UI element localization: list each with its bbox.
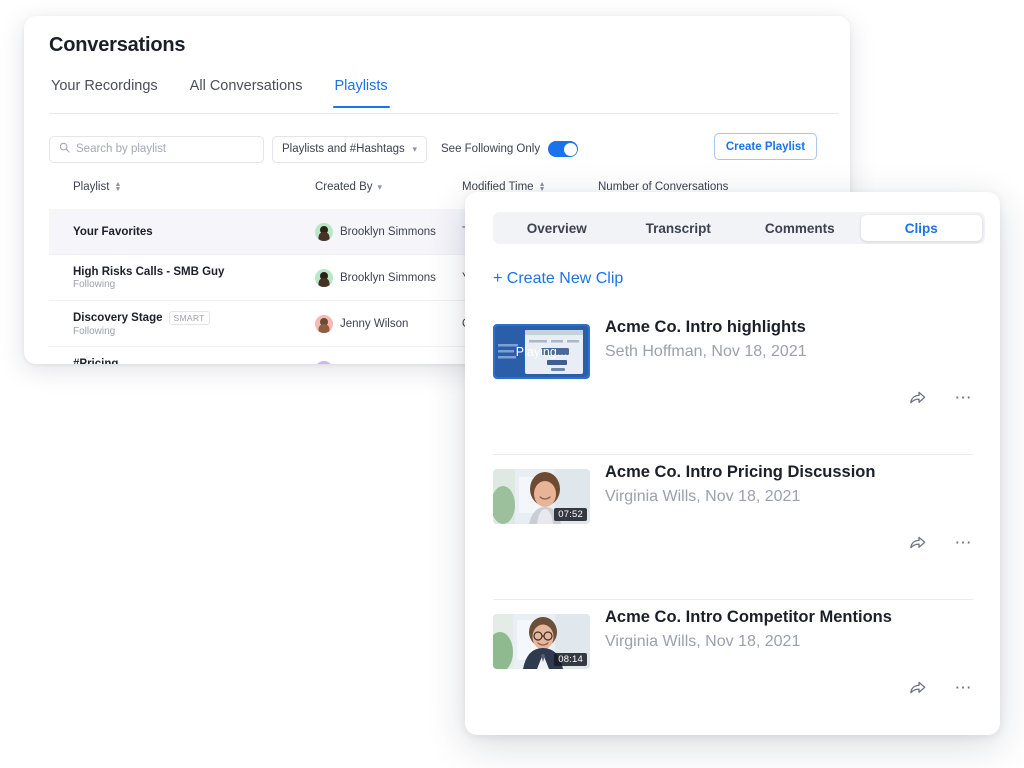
search-input[interactable] — [76, 143, 254, 155]
tab-your-recordings[interactable]: Your Recordings — [49, 78, 160, 107]
following-label: Following — [73, 278, 116, 290]
creator-name: Brooklyn Simmons — [340, 225, 436, 238]
created-by-cell: Brooklyn Simmons — [315, 268, 436, 287]
tab-overview[interactable]: Overview — [496, 215, 618, 241]
ellipsis-icon[interactable]: ⋯ — [955, 534, 974, 551]
playlist-name-wrap: Your Favorites — [73, 226, 153, 238]
toggle-knob — [563, 142, 577, 156]
column-header-playlist[interactable]: Playlist ▲ ▼ — [73, 181, 121, 193]
search-icon — [59, 140, 70, 158]
see-following-only-toggle[interactable] — [548, 141, 579, 157]
sort-icon: ▲ ▼ — [538, 181, 546, 193]
list-item[interactable]: 07:52 Acme Co. Intro Pricing Discussion … — [493, 455, 973, 600]
creator-name: Guy Hawkins — [340, 364, 408, 365]
column-label: Playlist — [73, 181, 110, 193]
playlist-name-wrap: Discovery Stage SMART — [73, 310, 210, 325]
share-icon[interactable] — [908, 388, 927, 407]
created-by-cell: Guy Hawkins — [315, 360, 408, 365]
avatar — [315, 360, 333, 364]
playlist-name: Your Favorites — [73, 225, 153, 238]
tab-transcript[interactable]: Transcript — [618, 215, 740, 241]
tab-playlists[interactable]: Playlists — [332, 78, 390, 108]
list-item[interactable]: 08:14 Acme Co. Intro Competitor Mentions… — [493, 600, 973, 735]
clip-meta: Virginia Wills, Nov 18, 2021 — [605, 488, 801, 505]
playlist-name-wrap: #Pricing — [73, 358, 118, 365]
avatar — [315, 222, 333, 241]
playlist-name: Discovery Stage — [73, 311, 163, 324]
ellipsis-icon[interactable]: ⋯ — [955, 679, 974, 696]
playlist-type-dropdown-value: Playlists and #Hashtags — [282, 143, 405, 155]
clip-title: Acme Co. Intro Competitor Mentions — [605, 608, 892, 626]
sort-icon: ▲ ▼ — [114, 181, 122, 193]
clip-thumbnail[interactable]: Playing... — [493, 324, 590, 379]
clip-duration-badge: 08:14 — [554, 653, 587, 666]
tab-clips[interactable]: Clips — [860, 215, 982, 241]
playlist-cell: #Pricing Following — [73, 358, 118, 365]
tab-all-conversations[interactable]: All Conversations — [188, 78, 305, 107]
see-following-only-label: See Following Only — [441, 143, 541, 155]
creator-name: Brooklyn Simmons — [340, 271, 436, 284]
clip-meta: Virginia Wills, Nov 18, 2021 — [605, 633, 801, 650]
clip-duration-badge: 07:52 — [554, 508, 587, 521]
clip-title: Acme Co. Intro Pricing Discussion — [605, 463, 876, 481]
screenshot-stage: Conversations Your Recordings All Conver… — [0, 0, 1024, 768]
search-playlist-box[interactable] — [49, 135, 264, 163]
playlist-cell: High Risks Calls - SMB Guy Following — [73, 266, 224, 290]
playlist-cell: Discovery Stage SMART Following — [73, 310, 210, 337]
created-by-cell: Jenny Wilson — [315, 314, 409, 333]
see-following-only-control[interactable]: See Following Only — [441, 141, 579, 157]
clips-list: Playing... Acme Co. Intro highlights Set… — [493, 310, 973, 735]
playlist-name-wrap: High Risks Calls - SMB Guy — [73, 266, 224, 278]
create-playlist-button[interactable]: Create Playlist — [714, 133, 817, 160]
avatar — [315, 314, 333, 333]
clip-actions: ⋯ — [908, 678, 974, 697]
share-icon[interactable] — [908, 533, 927, 552]
tab-comments[interactable]: Comments — [739, 215, 861, 241]
column-header-created-by[interactable]: Created By ▾ — [315, 181, 382, 193]
column-label: Created By — [315, 181, 373, 193]
chevron-down-icon: ▾ — [412, 143, 417, 154]
clip-actions: ⋯ — [908, 388, 974, 407]
clip-thumbnail[interactable]: 07:52 — [493, 469, 590, 524]
clips-panel: Overview Transcript Comments Clips + Cre… — [465, 192, 1000, 735]
created-by-cell: Brooklyn Simmons — [315, 222, 436, 241]
list-item[interactable]: Playing... Acme Co. Intro highlights Set… — [493, 310, 973, 455]
playlist-type-dropdown[interactable]: Playlists and #Hashtags ▾ — [272, 135, 427, 163]
clip-thumbnail[interactable]: 08:14 — [493, 614, 590, 669]
playlist-cell: Your Favorites — [73, 226, 153, 238]
playlist-name: High Risks Calls - SMB Guy — [73, 265, 225, 278]
conversations-tabbar: Your Recordings All Conversations Playli… — [49, 78, 839, 114]
create-new-clip-link[interactable]: + Create New Clip — [493, 270, 623, 288]
share-icon[interactable] — [908, 678, 927, 697]
clip-meta: Seth Hoffman, Nov 18, 2021 — [605, 343, 807, 360]
clip-playing-overlay: Playing... — [515, 344, 568, 359]
following-label: Following — [73, 325, 116, 337]
clip-title: Acme Co. Intro highlights — [605, 318, 806, 336]
chevron-down-icon: ▾ — [377, 181, 383, 192]
playlist-name: #Pricing — [73, 357, 119, 365]
clips-panel-tabbar: Overview Transcript Comments Clips — [493, 212, 985, 244]
playlist-filter-row: Playlists and #Hashtags ▾ See Following … — [49, 133, 839, 165]
smart-badge: SMART — [168, 310, 210, 325]
page-title: Conversations — [49, 34, 186, 56]
creator-name: Jenny Wilson — [340, 317, 409, 330]
clip-actions: ⋯ — [908, 533, 974, 552]
avatar — [315, 268, 333, 287]
ellipsis-icon[interactable]: ⋯ — [955, 389, 974, 406]
